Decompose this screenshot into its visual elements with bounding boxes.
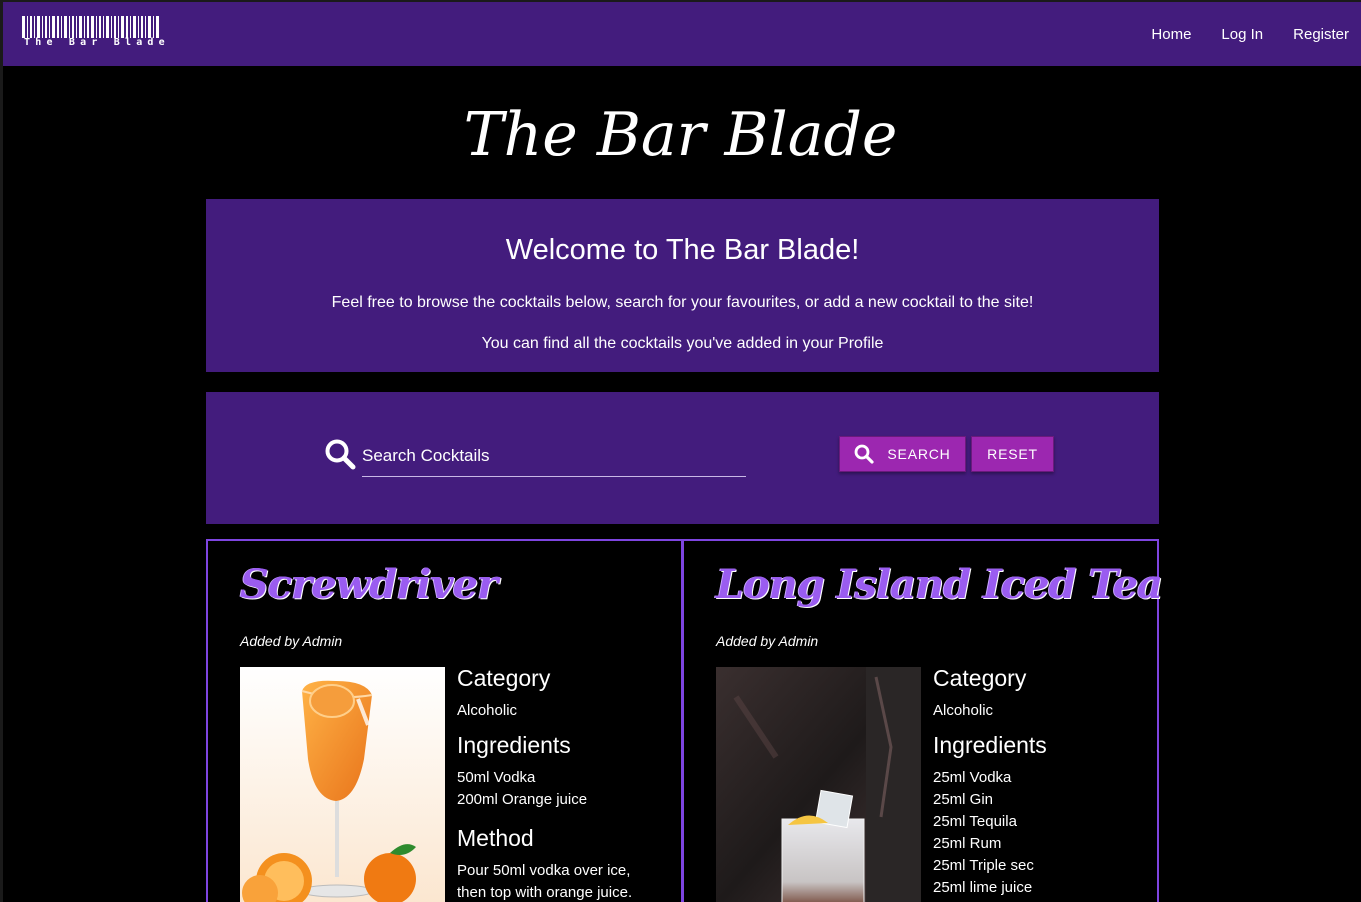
method-heading: Method [457, 825, 534, 851]
cocktail-name[interactable]: Long Island Iced Tea [716, 561, 1163, 608]
cocktail-image [716, 667, 921, 902]
ingredient-item: 50ml Vodka [457, 769, 536, 786]
ingredient-item: 25ml Triple sec [933, 857, 1034, 874]
welcome-text: Feel free to browse the cocktails below,… [331, 294, 1034, 311]
welcome-panel: Welcome to The Bar Blade! Feel free to b… [206, 199, 1159, 372]
cocktail-card: Long Island Iced Tea Added by Admin Cate… [682, 539, 1163, 902]
ingredients-heading: Ingredients [933, 732, 1047, 758]
method-text: then top with orange juice. [457, 884, 633, 901]
category-value: Alcoholic [457, 702, 518, 719]
added-by: Added by Admin [240, 633, 343, 649]
barcode-icon [22, 16, 159, 38]
ingredient-item: 25ml Tequila [933, 813, 1017, 830]
search-button-icon [855, 444, 875, 464]
cocktail-image [240, 667, 445, 902]
search-button-label: SEARCH [887, 446, 951, 462]
ingredient-item: 25ml Gin [933, 791, 994, 808]
cocktail-info: Category Alcoholic Ingredients 25ml Vodk… [933, 665, 1143, 899]
site-logo[interactable]: The Bar Blade [22, 16, 165, 52]
method-text: Pour 50ml vodka over ice, [457, 862, 631, 879]
navbar: The Bar Blade Home Log In Register [3, 2, 1361, 66]
category-heading: Category [457, 665, 551, 691]
nav-register-link[interactable]: Register [1293, 26, 1349, 43]
category-heading: Category [933, 665, 1027, 691]
category-value: Alcoholic [933, 702, 994, 719]
logo-text: The Bar Blade [24, 37, 170, 48]
cocktail-name[interactable]: Screwdriver [240, 561, 498, 608]
search-icon [324, 438, 356, 470]
search-panel: SEARCH RESET [206, 392, 1159, 524]
nav-links: Home Log In Register [1121, 26, 1349, 43]
cocktail-info: Category Alcoholic Ingredients 50ml Vodk… [457, 665, 667, 902]
ingredient-item: 200ml Orange juice [457, 791, 588, 808]
reset-button[interactable]: RESET [971, 436, 1054, 472]
ingredient-item: 25ml Vodka [933, 769, 1012, 786]
ingredients-heading: Ingredients [457, 732, 571, 758]
cocktail-card: Screwdriver Added by Admin Category Alco… [206, 539, 683, 902]
search-input[interactable] [362, 442, 746, 477]
nav-login-link[interactable]: Log In [1221, 26, 1263, 43]
search-button[interactable]: SEARCH [839, 436, 966, 472]
ingredient-item: 25ml Rum [933, 835, 1002, 852]
nav-home-link[interactable]: Home [1151, 26, 1191, 43]
ingredient-item: 25ml lime juice [933, 879, 1033, 896]
page-title: The Bar Blade [463, 100, 898, 170]
added-by: Added by Admin [716, 633, 819, 649]
welcome-heading: Welcome to The Bar Blade! [505, 234, 860, 266]
welcome-profile-text: You can find all the cocktails you've ad… [481, 335, 884, 352]
